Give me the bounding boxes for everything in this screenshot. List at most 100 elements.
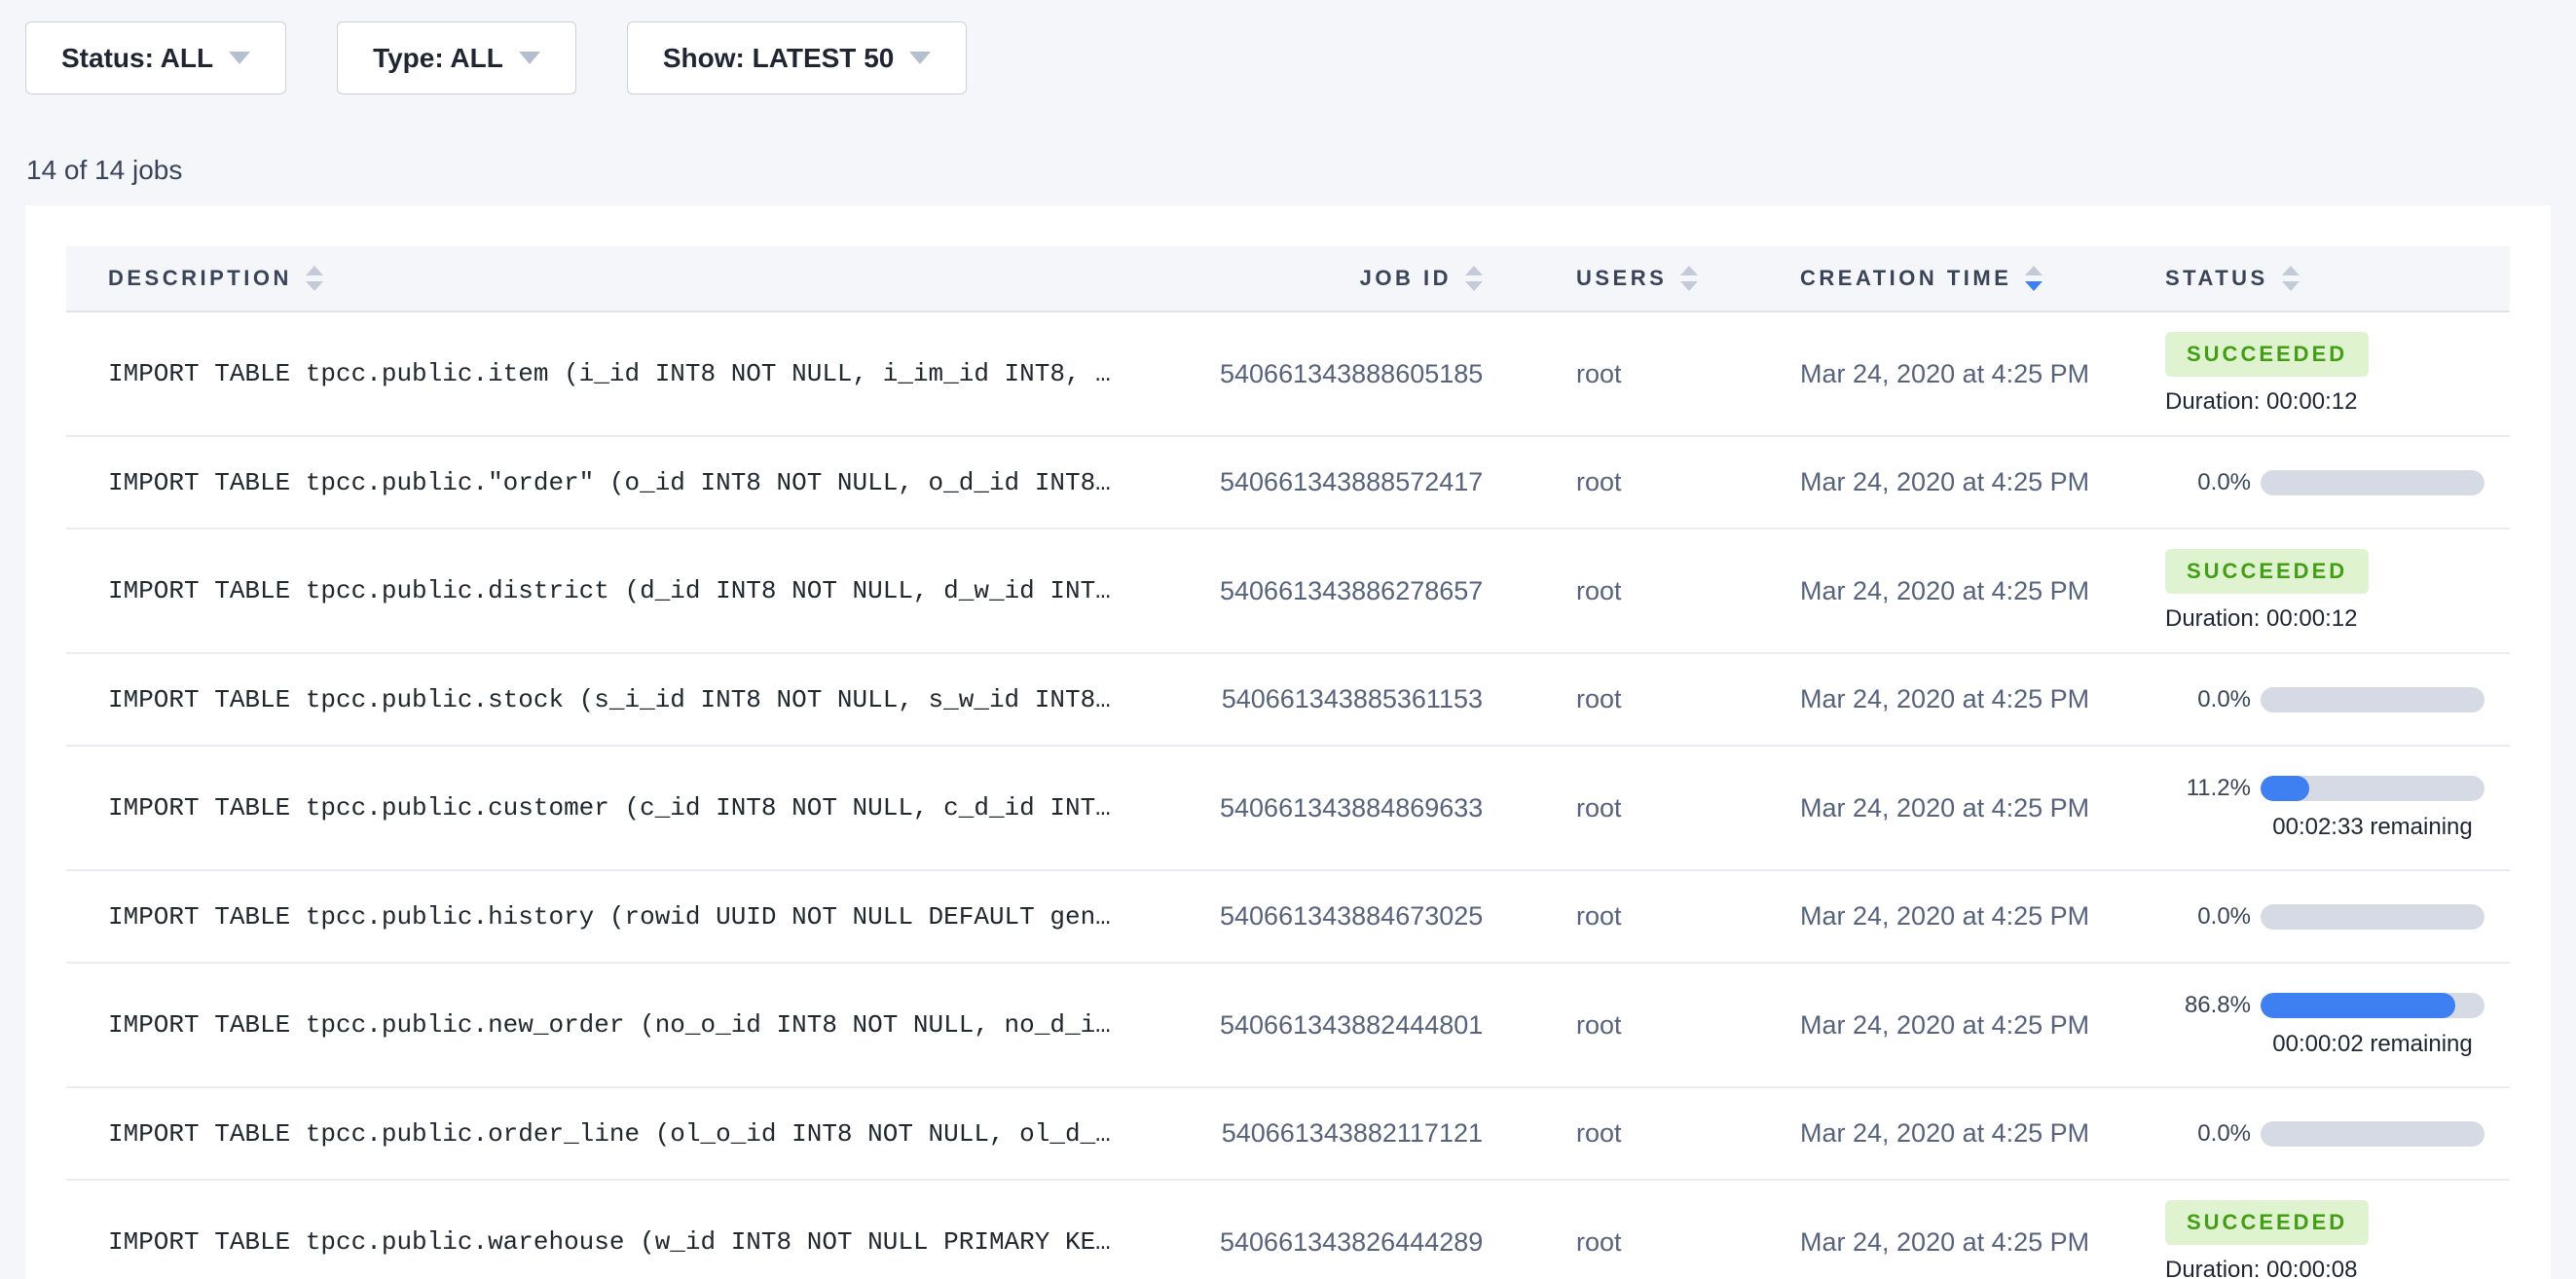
progress-bar	[2261, 776, 2484, 801]
progress-bar-fill	[2261, 993, 2455, 1018]
column-header-job-id[interactable]: JOB ID	[1220, 266, 1483, 291]
job-description: IMPORT TABLE tpcc.public.stock (s_i_id I…	[66, 685, 1220, 714]
job-description: IMPORT TABLE tpcc.public.order_line (ol_…	[66, 1119, 1220, 1149]
job-user: root	[1483, 1010, 1697, 1041]
job-user: root	[1483, 576, 1697, 606]
time-remaining: 00:00:02 remaining	[2165, 1031, 2484, 1058]
job-user: root	[1483, 901, 1697, 932]
jobs-table-card: DESCRIPTION JOB ID USERS CREATION TIME S…	[25, 205, 2551, 1279]
jobs-count-summary: 14 of 14 jobs	[26, 155, 2576, 186]
progress-bar	[2261, 1121, 2484, 1147]
job-creation-time: Mar 24, 2020 at 4:25 PM	[1697, 359, 2086, 389]
chevron-down-icon	[909, 52, 931, 64]
sort-arrows-icon	[2025, 266, 2042, 291]
table-row: IMPORT TABLE tpcc.public."order" (o_id I…	[66, 437, 2510, 530]
table-row: IMPORT TABLE tpcc.public.district (d_id …	[66, 530, 2510, 654]
job-status: 0.0%	[2086, 469, 2510, 496]
job-description: IMPORT TABLE tpcc.public.district (d_id …	[66, 576, 1220, 605]
progress-bar-fill	[2261, 776, 2309, 801]
job-creation-time: Mar 24, 2020 at 4:25 PM	[1697, 684, 2086, 714]
job-description: IMPORT TABLE tpcc.public."order" (o_id I…	[66, 468, 1220, 497]
job-id: 540661343882444801	[1220, 1010, 1483, 1041]
job-id: 540661343826444289	[1220, 1227, 1483, 1258]
table-row: IMPORT TABLE tpcc.public.item (i_id INT8…	[66, 312, 2510, 437]
column-header-creation-time[interactable]: CREATION TIME	[1697, 266, 2086, 291]
table-header: DESCRIPTION JOB ID USERS CREATION TIME S…	[66, 246, 2510, 312]
sort-arrows-icon	[1465, 266, 1483, 291]
status-badge-succeeded: SUCCEEDED	[2165, 332, 2369, 377]
job-status: 0.0%	[2086, 903, 2510, 931]
progress-percent: 11.2%	[2165, 775, 2251, 802]
progress-bar	[2261, 904, 2484, 930]
job-description: IMPORT TABLE tpcc.public.warehouse (w_id…	[66, 1227, 1220, 1257]
column-header-users[interactable]: USERS	[1483, 266, 1697, 291]
job-user: root	[1483, 1118, 1697, 1149]
progress-percent: 86.8%	[2165, 992, 2251, 1019]
job-creation-time: Mar 24, 2020 at 4:25 PM	[1697, 467, 2086, 497]
job-status: 0.0%	[2086, 1120, 2510, 1148]
sort-arrows-icon	[306, 266, 323, 291]
chevron-down-icon	[519, 52, 540, 64]
table-row: IMPORT TABLE tpcc.public.warehouse (w_id…	[66, 1181, 2510, 1279]
status-filter-label: Status: ALL	[61, 43, 213, 74]
job-id: 540661343884673025	[1220, 901, 1483, 932]
job-id: 540661343888605185	[1220, 359, 1483, 389]
show-filter-label: Show: LATEST 50	[663, 43, 895, 74]
job-id: 540661343886278657	[1220, 576, 1483, 606]
job-user: root	[1483, 793, 1697, 823]
job-description: IMPORT TABLE tpcc.public.customer (c_id …	[66, 793, 1220, 822]
job-description: IMPORT TABLE tpcc.public.history (rowid …	[66, 902, 1220, 932]
progress-bar	[2261, 687, 2484, 713]
job-duration: Duration: 00:00:12	[2165, 388, 2510, 416]
table-row: IMPORT TABLE tpcc.public.customer (c_id …	[66, 747, 2510, 871]
sort-arrows-icon	[2282, 266, 2300, 291]
job-creation-time: Mar 24, 2020 at 4:25 PM	[1697, 1118, 2086, 1149]
job-user: root	[1483, 359, 1697, 389]
show-filter-dropdown[interactable]: Show: LATEST 50	[627, 21, 968, 94]
job-duration: Duration: 00:00:08	[2165, 1257, 2510, 1279]
type-filter-dropdown[interactable]: Type: ALL	[337, 21, 576, 94]
job-status: SUCCEEDED Duration: 00:00:12	[2086, 332, 2510, 416]
job-status: SUCCEEDED Duration: 00:00:12	[2086, 549, 2510, 633]
progress-bar	[2261, 993, 2484, 1018]
job-status: 0.0%	[2086, 686, 2510, 713]
table-body: IMPORT TABLE tpcc.public.item (i_id INT8…	[66, 312, 2510, 1279]
time-remaining: 00:02:33 remaining	[2165, 814, 2484, 841]
status-badge-succeeded: SUCCEEDED	[2165, 549, 2369, 594]
chevron-down-icon	[229, 52, 250, 64]
column-header-status[interactable]: STATUS	[2086, 266, 2510, 291]
job-description: IMPORT TABLE tpcc.public.item (i_id INT8…	[66, 359, 1220, 388]
progress-percent: 0.0%	[2165, 686, 2251, 713]
job-creation-time: Mar 24, 2020 at 4:25 PM	[1697, 1227, 2086, 1258]
table-row: IMPORT TABLE tpcc.public.history (rowid …	[66, 871, 2510, 964]
job-status: SUCCEEDED Duration: 00:00:08	[2086, 1200, 2510, 1279]
progress-percent: 0.0%	[2165, 903, 2251, 931]
filters-bar: Status: ALL Type: ALL Show: LATEST 50	[0, 0, 2576, 94]
job-duration: Duration: 00:00:12	[2165, 605, 2510, 633]
job-creation-time: Mar 24, 2020 at 4:25 PM	[1697, 576, 2086, 606]
column-header-description[interactable]: DESCRIPTION	[66, 266, 1220, 291]
job-user: root	[1483, 467, 1697, 497]
type-filter-label: Type: ALL	[373, 43, 503, 74]
jobs-page: Status: ALL Type: ALL Show: LATEST 50 14…	[0, 0, 2576, 1279]
job-user: root	[1483, 1227, 1697, 1258]
job-creation-time: Mar 24, 2020 at 4:25 PM	[1697, 901, 2086, 932]
status-badge-succeeded: SUCCEEDED	[2165, 1200, 2369, 1245]
job-user: root	[1483, 684, 1697, 714]
job-id: 540661343888572417	[1220, 467, 1483, 497]
job-id: 540661343884869633	[1220, 793, 1483, 823]
table-row: IMPORT TABLE tpcc.public.order_line (ol_…	[66, 1088, 2510, 1181]
job-status: 86.8% 00:00:02 remaining	[2086, 992, 2510, 1058]
progress-bar	[2261, 470, 2484, 495]
job-creation-time: Mar 24, 2020 at 4:25 PM	[1697, 1010, 2086, 1041]
progress-percent: 0.0%	[2165, 469, 2251, 496]
progress-percent: 0.0%	[2165, 1120, 2251, 1148]
job-description: IMPORT TABLE tpcc.public.new_order (no_o…	[66, 1010, 1220, 1040]
table-row: IMPORT TABLE tpcc.public.new_order (no_o…	[66, 964, 2510, 1088]
job-id: 540661343882117121	[1220, 1118, 1483, 1149]
job-id: 540661343885361153	[1220, 684, 1483, 714]
job-creation-time: Mar 24, 2020 at 4:25 PM	[1697, 793, 2086, 823]
status-filter-dropdown[interactable]: Status: ALL	[25, 21, 286, 94]
table-row: IMPORT TABLE tpcc.public.stock (s_i_id I…	[66, 654, 2510, 747]
job-status: 11.2% 00:02:33 remaining	[2086, 775, 2510, 841]
